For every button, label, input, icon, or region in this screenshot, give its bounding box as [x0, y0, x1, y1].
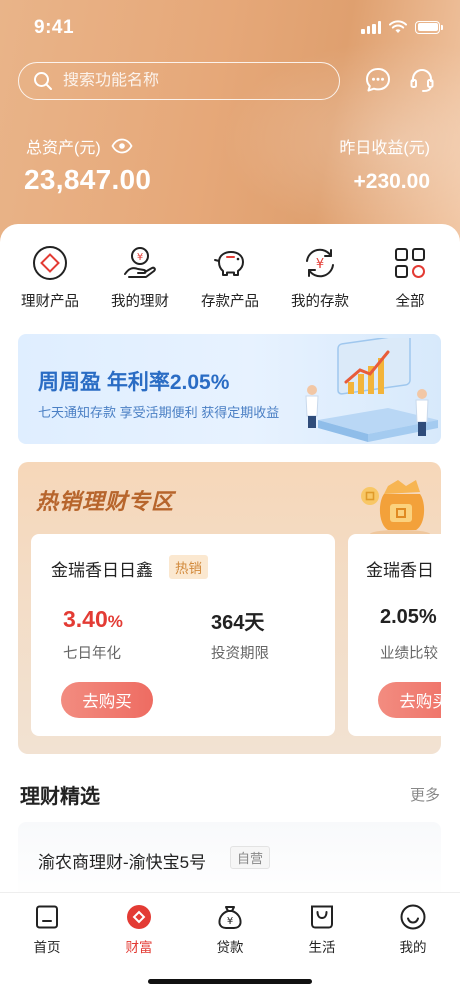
status-bar: 9:41	[0, 0, 460, 56]
search-icon	[34, 72, 52, 90]
featured-product-card[interactable]: 渝农商理财-渝快宝5号 自营	[18, 822, 441, 902]
hot-sale-zone: 热销理财专区 金瑞香日日鑫 热销 3.40% 七日年化 364天 投资期限 去购…	[18, 462, 441, 754]
total-assets-text: 总资产(元)	[26, 140, 101, 157]
featured-product-name: 渝农商理财-渝快宝5号	[38, 853, 207, 872]
grid-icon	[395, 248, 425, 278]
quick-action-label: 全部	[395, 294, 425, 310]
product-rate: 2.05%	[380, 606, 437, 628]
hot-badge: 热销	[169, 555, 208, 579]
quick-action-all[interactable]: 全部	[365, 244, 455, 311]
search-input[interactable]	[63, 72, 303, 90]
home-indicator	[148, 979, 312, 984]
rate-unit: %	[107, 612, 123, 631]
more-link[interactable]: 更多	[410, 784, 440, 805]
banner-title: 周周盈 年利率2.05%	[38, 371, 230, 394]
buy-button[interactable]: 去购买	[378, 682, 441, 718]
product-rate: 3.40%	[63, 606, 123, 633]
yesterday-income-label: 昨日收益(元)	[339, 140, 430, 157]
tab-label: 首页	[33, 940, 61, 955]
product-name: 金瑞香日日鑫	[51, 561, 153, 580]
piggy-bank-icon	[214, 251, 244, 276]
tab-wealth[interactable]: 财富	[104, 903, 174, 956]
quick-action-products[interactable]: 理财产品	[5, 244, 95, 311]
status-time: 9:41	[34, 17, 75, 38]
rate-number: 3.40	[63, 606, 108, 632]
tab-home[interactable]: 首页	[12, 903, 82, 956]
quick-action-label: 我的存款	[291, 294, 349, 310]
yuan-refresh-icon: ¥	[306, 248, 334, 278]
product-term: 364天	[211, 612, 265, 634]
hand-yuan-icon: ¥	[124, 247, 156, 278]
banner-illustration	[305, 338, 438, 442]
status-icons	[361, 20, 443, 34]
promo-banner[interactable]: 周周盈 年利率2.05% 七天通知存款 享受活期便利 获得定期收益	[18, 334, 441, 444]
shopping-bag-icon	[311, 905, 333, 929]
customer-service-icon[interactable]	[408, 66, 436, 94]
signal-icon	[361, 20, 381, 34]
wifi-icon	[389, 20, 407, 33]
wealth-icon	[127, 905, 151, 929]
term-label: 投资期限	[211, 646, 269, 662]
product-name: 金瑞香日	[366, 561, 434, 580]
battery-icon	[415, 20, 443, 34]
quick-action-label: 我的理财	[111, 294, 169, 310]
self-operated-tag: 自营	[230, 846, 271, 869]
banner-subtitle: 七天通知存款 享受活期便利 获得定期收益	[38, 405, 280, 420]
eye-icon[interactable]	[111, 138, 133, 154]
featured-section-title: 理财精选	[20, 786, 100, 808]
diamond-icon	[33, 246, 67, 280]
tab-life[interactable]: 生活	[287, 903, 357, 956]
hot-zone-title: 热销理财专区	[36, 489, 175, 514]
svg-text:¥: ¥	[316, 257, 324, 272]
tab-me[interactable]: 我的	[378, 903, 448, 956]
message-icon[interactable]	[364, 66, 392, 94]
tab-label: 财富	[125, 940, 153, 955]
quick-actions: 理财产品 ¥ 我的理财 存款产品 ¥ 我的存款 全部	[0, 244, 460, 314]
tab-label: 我的	[399, 940, 427, 955]
money-bag-illustration	[361, 480, 430, 538]
home-icon	[36, 905, 58, 929]
quick-action-my-deposits[interactable]: ¥ 我的存款	[275, 244, 365, 311]
quick-action-label: 理财产品	[21, 294, 79, 310]
quick-action-my-wealth[interactable]: ¥ 我的理财	[95, 244, 185, 311]
search-bar[interactable]	[18, 62, 340, 100]
loan-bag-icon: ¥	[218, 906, 242, 929]
smile-face-icon	[400, 904, 426, 930]
yesterday-income-value: +230.00	[353, 170, 431, 193]
svg-text:¥: ¥	[137, 252, 143, 263]
rate-label: 业绩比较	[380, 646, 438, 662]
bottom-tab-bar: 首页 财富 ¥ 贷款 生活 我的	[0, 892, 460, 996]
rate-label: 七日年化	[63, 646, 121, 662]
main-content: 理财产品 ¥ 我的理财 存款产品 ¥ 我的存款 全部 周周盈 年利率2.05% …	[0, 224, 460, 996]
total-assets-value: 23,847.00	[24, 164, 152, 195]
quick-action-label: 存款产品	[201, 294, 259, 310]
total-assets-label: 总资产(元)	[26, 134, 133, 158]
tab-label: 贷款	[216, 940, 244, 955]
product-card[interactable]: 金瑞香日 2.05% 业绩比较 去购买	[348, 534, 441, 736]
buy-button[interactable]: 去购买	[61, 682, 153, 718]
quick-action-deposit-products[interactable]: 存款产品	[185, 244, 275, 311]
tab-label: 生活	[308, 940, 336, 955]
tab-loan[interactable]: ¥ 贷款	[195, 903, 265, 956]
product-card[interactable]: 金瑞香日日鑫 热销 3.40% 七日年化 364天 投资期限 去购买	[31, 534, 335, 736]
svg-text:¥: ¥	[227, 916, 233, 927]
